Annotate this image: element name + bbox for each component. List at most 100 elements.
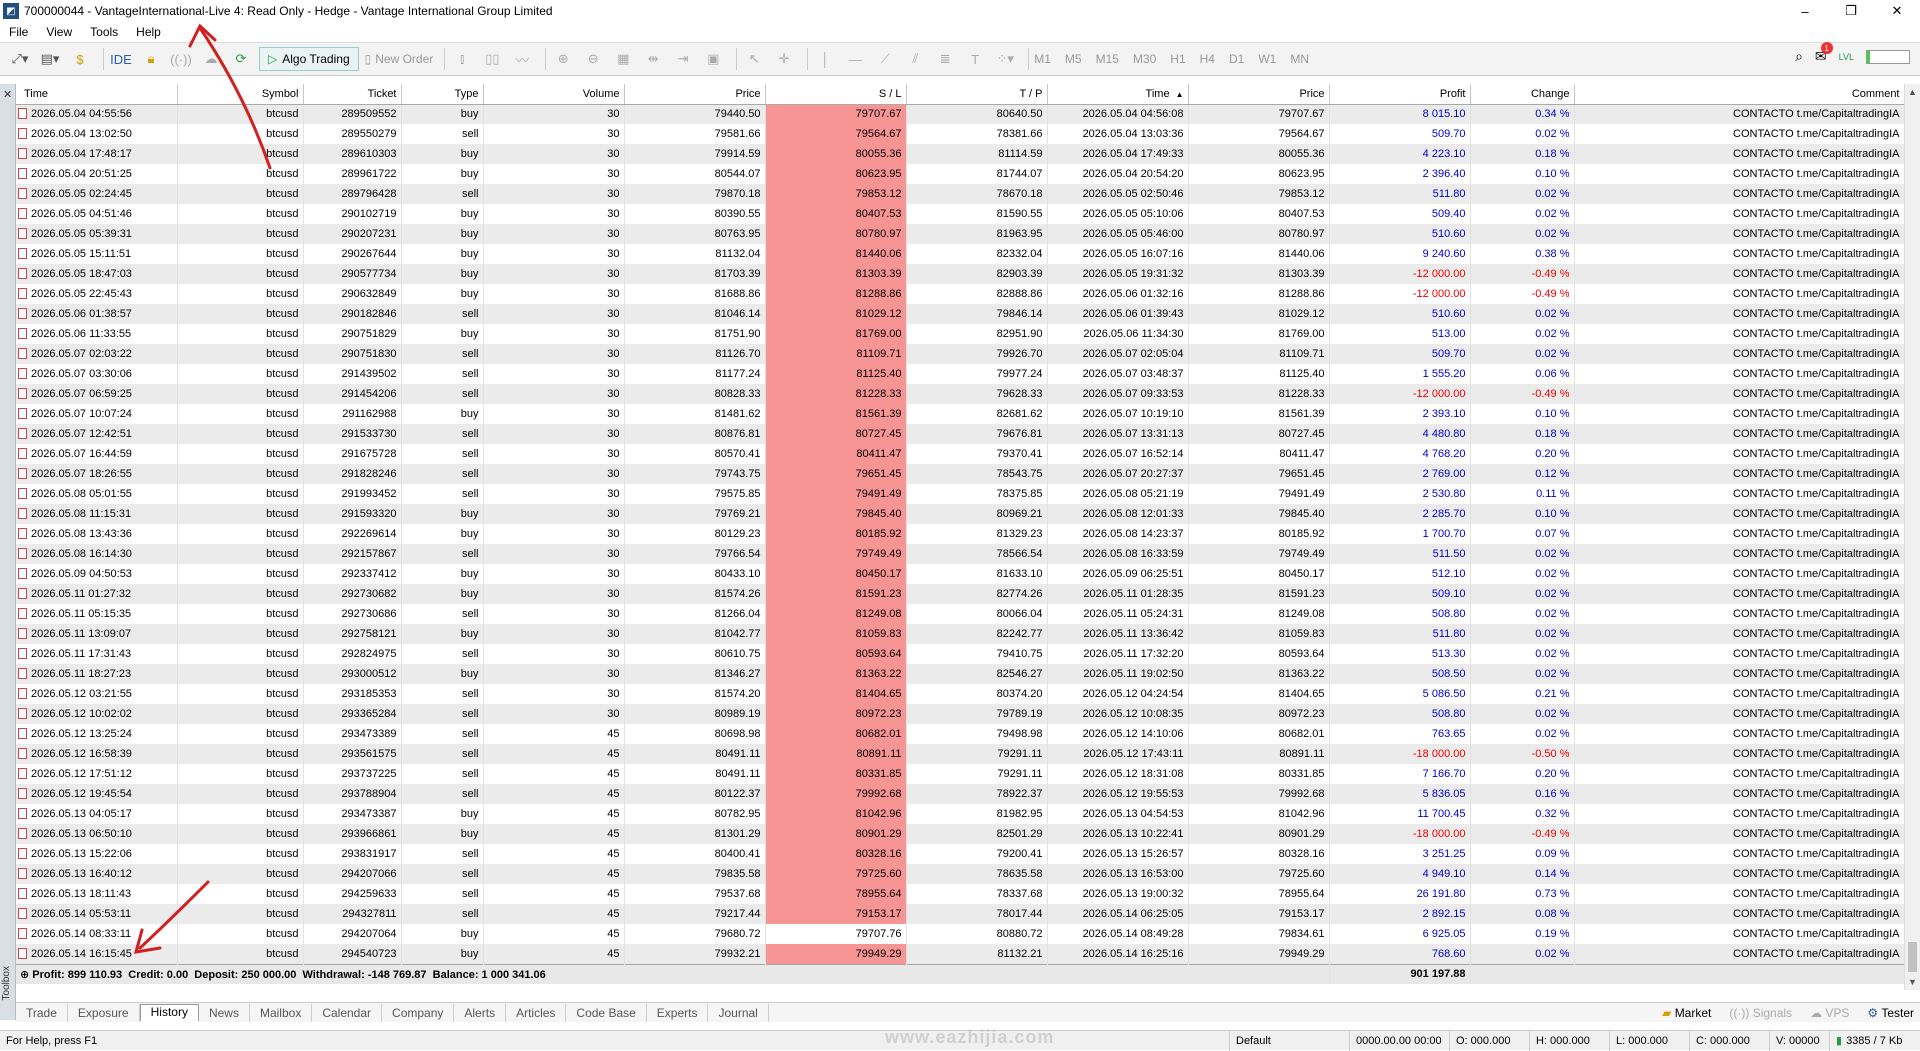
- table-row[interactable]: 2026.05.11 01:27:32 btcusd 292730682 buy 30 8…: [16, 584, 1904, 604]
- text-icon[interactable]: T: [963, 47, 987, 71]
- scroll-down-icon[interactable]: ▼: [1908, 977, 1917, 987]
- cursor-icon[interactable]: ↖: [742, 47, 766, 71]
- tab-alerts[interactable]: Alerts: [454, 1003, 507, 1022]
- signals-tab[interactable]: ((·)) Signals: [1729, 1006, 1792, 1020]
- channel-icon[interactable]: ⫽: [903, 47, 927, 71]
- new-chart-icon[interactable]: ⤢▾: [8, 47, 32, 71]
- column-header-type[interactable]: Type: [401, 84, 484, 105]
- table-row[interactable]: 2026.05.07 06:59:25 btcusd 291454206 sell 30…: [16, 384, 1904, 404]
- table-row[interactable]: 2026.05.08 16:14:30 btcusd 292157867 sell 30…: [16, 544, 1904, 564]
- table-row[interactable]: 2026.05.05 04:51:46 btcusd 290102719 buy 30 8…: [16, 204, 1904, 224]
- table-row[interactable]: 2026.05.06 01:38:57 btcusd 290182846 sell 30…: [16, 304, 1904, 324]
- search-icon[interactable]: ⌕: [1795, 48, 1803, 65]
- tab-experts[interactable]: Experts: [647, 1003, 709, 1022]
- timeframe-h1[interactable]: H1: [1170, 52, 1185, 66]
- market-tab[interactable]: ▰ Market: [1662, 1006, 1711, 1020]
- table-row[interactable]: 2026.05.07 16:44:59 btcusd 291675728 sell 30…: [16, 444, 1904, 464]
- table-row[interactable]: 2026.05.11 13:09:07 btcusd 292758121 buy 30 8…: [16, 624, 1904, 644]
- tab-mailbox[interactable]: Mailbox: [250, 1003, 313, 1022]
- scroll-up-icon[interactable]: ▲: [1908, 87, 1917, 97]
- table-row[interactable]: 2026.05.13 15:22:06 btcusd 293831917 sell 45…: [16, 844, 1904, 864]
- column-header-change[interactable]: Change: [1470, 84, 1575, 105]
- notifications-icon[interactable]: ✉ 1: [1815, 42, 1833, 65]
- table-row[interactable]: 2026.05.04 04:55:56 btcusd 289509552 buy 30 7…: [16, 104, 1904, 124]
- tab-calendar[interactable]: Calendar: [312, 1003, 383, 1022]
- tab-company[interactable]: Company: [382, 1003, 455, 1022]
- table-row[interactable]: 2026.05.07 12:42:51 btcusd 291533730 sell 30…: [16, 424, 1904, 444]
- column-header-time[interactable]: Time: [16, 84, 178, 105]
- timeframe-m30[interactable]: M30: [1133, 52, 1156, 66]
- menu-file[interactable]: File: [0, 25, 37, 39]
- refresh-icon[interactable]: ⟳: [229, 47, 253, 71]
- column-header-symbol[interactable]: Symbol: [177, 84, 304, 105]
- timeframe-m15[interactable]: M15: [1096, 52, 1119, 66]
- column-header-price[interactable]: Price: [624, 84, 766, 105]
- column-header-ticket[interactable]: Ticket: [303, 84, 402, 105]
- table-row[interactable]: 2026.05.05 15:11:51 btcusd 290267644 buy 30 8…: [16, 244, 1904, 264]
- scroll-thumb[interactable]: [1908, 942, 1917, 972]
- tester-tab[interactable]: ⚙ Tester: [1867, 1006, 1914, 1020]
- table-row[interactable]: 2026.05.04 17:48:17 btcusd 289610303 buy 30 7…: [16, 144, 1904, 164]
- table-row[interactable]: 2026.05.05 02:24:45 btcusd 289796428 sell 30…: [16, 184, 1904, 204]
- minimize-button[interactable]: –: [1782, 0, 1828, 22]
- screenshot-icon[interactable]: ▣: [701, 47, 725, 71]
- tab-news[interactable]: News: [199, 1003, 250, 1022]
- table-row[interactable]: 2026.05.07 03:30:06 btcusd 291439502 sell 30…: [16, 364, 1904, 384]
- table-row[interactable]: 2026.05.08 11:15:31 btcusd 291593320 buy 30 7…: [16, 504, 1904, 524]
- tab-journal[interactable]: Journal: [708, 1003, 769, 1022]
- tab-history[interactable]: History: [139, 1003, 199, 1022]
- column-header-profit[interactable]: Profit: [1329, 84, 1471, 105]
- table-row[interactable]: 2026.05.11 05:15:35 btcusd 292730686 sell 30…: [16, 604, 1904, 624]
- vertical-scrollbar[interactable]: ▲ ▼: [1904, 84, 1920, 990]
- vertical-line-icon[interactable]: │: [813, 47, 837, 71]
- tab-exposure[interactable]: Exposure: [68, 1003, 140, 1022]
- table-row[interactable]: 2026.05.13 06:50:10 btcusd 293966861 buy 45 8…: [16, 824, 1904, 844]
- column-header-sl[interactable]: S / L: [765, 84, 907, 105]
- profiles-icon[interactable]: ▤▾: [38, 47, 62, 71]
- table-row[interactable]: 2026.05.09 04:50:53 btcusd 292337412 buy 30 8…: [16, 564, 1904, 584]
- horizontal-line-icon[interactable]: —: [843, 47, 867, 71]
- table-row[interactable]: 2026.05.07 10:07:24 btcusd 291162988 buy 30 8…: [16, 404, 1904, 424]
- zoom-in-icon[interactable]: ⊕: [551, 47, 575, 71]
- table-row[interactable]: 2026.05.14 08:33:11 btcusd 294207064 buy 45 7…: [16, 924, 1904, 944]
- candlestick-icon[interactable]: ▯▯: [480, 47, 504, 71]
- menu-view[interactable]: View: [37, 25, 81, 39]
- timeframe-m5[interactable]: M5: [1065, 52, 1082, 66]
- table-row[interactable]: 2026.05.04 13:02:50 btcusd 289550279 sell 30…: [16, 124, 1904, 144]
- timeframe-d1[interactable]: D1: [1229, 52, 1244, 66]
- timeframe-m1[interactable]: M1: [1034, 52, 1051, 66]
- line-chart-icon[interactable]: 〰: [510, 47, 534, 71]
- cloud-icon[interactable]: ☁: [199, 47, 223, 71]
- timeframe-mn[interactable]: MN: [1290, 52, 1309, 66]
- table-row[interactable]: 2026.05.14 05:53:11 btcusd 294327811 sell 45…: [16, 904, 1904, 924]
- tab-articles[interactable]: Articles: [506, 1003, 567, 1022]
- market-watch-icon[interactable]: $: [68, 47, 92, 71]
- chart-shift-icon[interactable]: ⇥: [671, 47, 695, 71]
- column-header-close-time[interactable]: Time ▲: [1047, 84, 1189, 105]
- menu-help[interactable]: Help: [127, 25, 170, 39]
- profile-name[interactable]: Default: [1230, 1030, 1350, 1051]
- vps-tab[interactable]: ☁ VPS: [1810, 1006, 1849, 1020]
- table-row[interactable]: 2026.05.05 18:47:03 btcusd 290577734 buy 30 8…: [16, 264, 1904, 284]
- table-row[interactable]: 2026.05.06 11:33:55 btcusd 290751829 buy 30 8…: [16, 324, 1904, 344]
- table-row[interactable]: 2026.05.11 18:27:23 btcusd 293000512 buy 30 8…: [16, 664, 1904, 684]
- grid-icon[interactable]: ▦: [611, 47, 635, 71]
- table-row[interactable]: 2026.05.07 18:26:55 btcusd 291828246 sell 30…: [16, 464, 1904, 484]
- table-row[interactable]: 2026.05.05 22:45:43 btcusd 290632849 buy 30 8…: [16, 284, 1904, 304]
- table-row[interactable]: 2026.05.13 04:05:17 btcusd 293473387 buy 45 8…: [16, 804, 1904, 824]
- menu-tools[interactable]: Tools: [81, 25, 127, 39]
- table-row[interactable]: 2026.05.13 18:11:43 btcusd 294259633 sell 45…: [16, 884, 1904, 904]
- table-row[interactable]: 2026.05.07 02:03:22 btcusd 290751830 sell 30…: [16, 344, 1904, 364]
- signal-icon[interactable]: ((·)): [169, 47, 193, 71]
- close-toolbox-icon[interactable]: ✕: [3, 88, 12, 101]
- crosshair-icon[interactable]: ✛: [772, 47, 796, 71]
- table-row[interactable]: 2026.05.12 13:25:24 btcusd 293473389 sell 45…: [16, 724, 1904, 744]
- column-header-tp[interactable]: T / P: [906, 84, 1048, 105]
- expand-icon[interactable]: ⊕: [20, 969, 32, 981]
- trendline-icon[interactable]: ⟋: [873, 47, 897, 71]
- zoom-out-icon[interactable]: ⊖: [581, 47, 605, 71]
- lvl-icon[interactable]: LVL: [1839, 52, 1854, 62]
- maximize-button[interactable]: ❐: [1828, 0, 1874, 22]
- algo-trading-button[interactable]: ▷ Algo Trading: [259, 47, 359, 71]
- table-row[interactable]: 2026.05.14 16:15:45 btcusd 294540723 buy 45 7…: [16, 944, 1904, 964]
